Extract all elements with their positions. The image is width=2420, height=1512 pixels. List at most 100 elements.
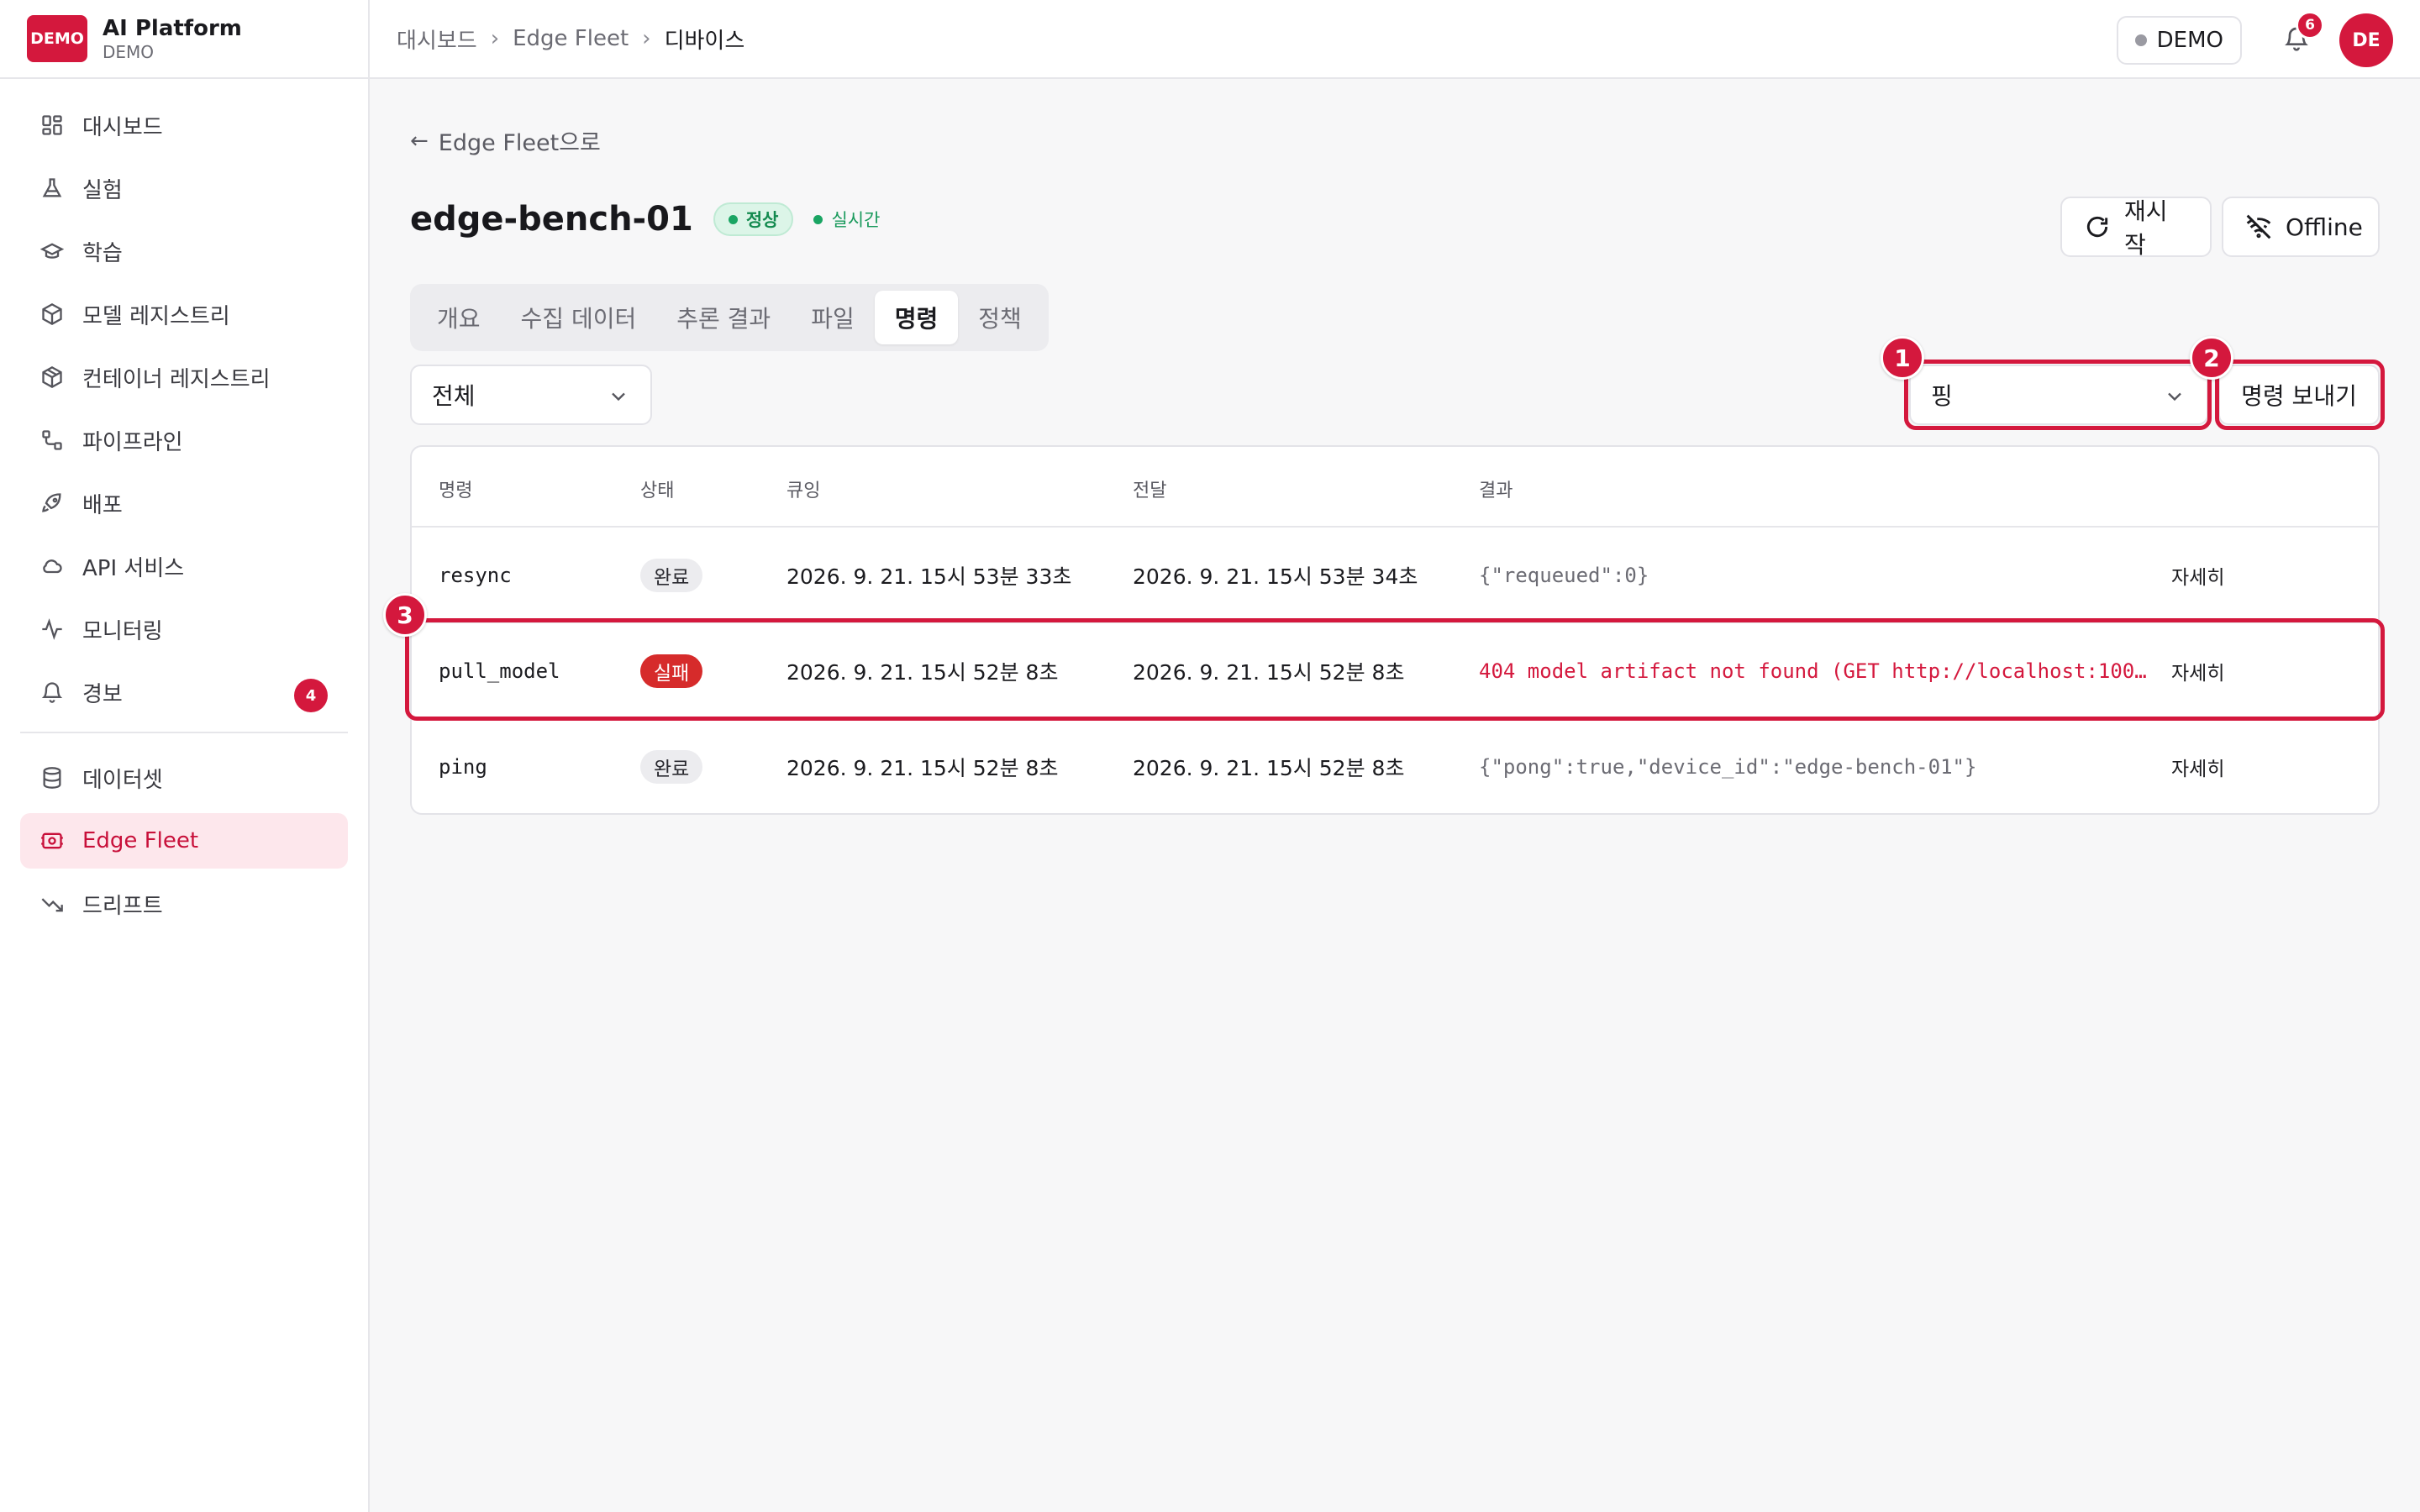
status-badge: 완료 (640, 750, 703, 784)
command-result: {"pong":true,"device_id":"edge-bench-01"… (1479, 755, 1977, 779)
offline-button[interactable]: Offline (2222, 197, 2380, 257)
queued-time: 2026. 9. 21. 15시 52분 8초 (786, 756, 1059, 780)
sidebar: DEMO AI Platform DEMO 대시보드 실험 학습 모델 레지스트… (0, 0, 370, 1512)
rocket-icon (39, 490, 66, 517)
restart-label: 재시작 (2124, 197, 2168, 259)
refresh-icon (2084, 213, 2111, 240)
send-command-button[interactable]: 명령 보내기 (2218, 365, 2380, 425)
breadcrumb-edge-fleet[interactable]: Edge Fleet (513, 26, 629, 51)
table-row[interactable]: resync 완료 2026. 9. 21. 15시 53분 33초 2026.… (412, 528, 2378, 623)
brand-logo: DEMO (27, 15, 87, 62)
status-filter-value: 전체 (432, 382, 476, 410)
brand-sub: DEMO (103, 42, 155, 62)
sidebar-item-deploy[interactable]: 배포 (20, 475, 348, 531)
live-dot (813, 214, 823, 224)
queued-time: 2026. 9. 21. 15시 52분 8초 (786, 660, 1059, 685)
notifications-button[interactable]: 6 (2272, 11, 2324, 65)
edge-device-icon (39, 827, 66, 854)
chevron-down-icon (2163, 385, 2186, 414)
brand-name: AI Platform (103, 16, 242, 41)
restart-button[interactable]: 재시작 (2060, 197, 2212, 259)
flask-icon (39, 175, 66, 202)
page-title: edge-bench-01 (410, 200, 693, 239)
dashboard-icon (39, 112, 66, 139)
command-name: ping (439, 755, 487, 779)
back-to-edge-fleet-link[interactable]: ← Edge Fleet으로 (410, 124, 601, 157)
delivered-time: 2026. 9. 21. 15시 52분 8초 (1133, 660, 1405, 685)
command-name: resync (439, 564, 512, 587)
status-badge: 정상 (713, 202, 794, 236)
cube-icon (39, 301, 66, 328)
tab-inference-results[interactable]: 추론 결과 (656, 291, 791, 344)
commands-table: 명령 상태 큐잉 전달 결과 resync 완료 2026. 9. 21. 15… (410, 445, 2380, 815)
queued-time: 2026. 9. 21. 15시 53분 33초 (786, 564, 1072, 589)
command-result: 404 model artifact not found (GET http:/… (1479, 659, 2147, 683)
table-row[interactable]: pull_model 실패 2026. 9. 21. 15시 52분 8초 20… (412, 623, 2378, 719)
sidebar-item-label: 모델 레지스트리 (82, 303, 230, 329)
bell-icon (39, 679, 66, 706)
sidebar-item-label: API 서비스 (82, 555, 185, 581)
sidebar-item-label: Edge Fleet (82, 828, 199, 853)
table-row[interactable]: ping 완료 2026. 9. 21. 15시 52분 8초 2026. 9.… (412, 719, 2378, 813)
sidebar-item-edge-fleet[interactable]: Edge Fleet (20, 813, 348, 869)
details-link[interactable]: 자세히 (2171, 528, 2224, 623)
command-result: {"requeued":0} (1479, 564, 1649, 587)
annotation-marker-2: 2 (2190, 336, 2233, 380)
tab-commands[interactable]: 명령 (874, 291, 959, 344)
sidebar-divider (20, 732, 348, 733)
environment-selector[interactable]: DEMO (2116, 16, 2242, 65)
device-tabs: 개요 수집 데이터 추론 결과 파일 명령 정책 (410, 284, 1049, 351)
status-badge: 완료 (640, 559, 703, 592)
command-type-select[interactable]: 핑 (1909, 365, 2208, 425)
environment-label: DEMO (2156, 28, 2223, 53)
sidebar-item-experiments[interactable]: 실험 (20, 160, 348, 216)
live-label: 실시간 (831, 210, 881, 230)
details-link[interactable]: 자세히 (2171, 623, 2224, 719)
sidebar-item-drift[interactable]: 드리프트 (20, 876, 348, 932)
details-link[interactable]: 자세히 (2171, 719, 2224, 813)
sidebar-item-label: 대시보드 (82, 114, 163, 140)
tab-overview[interactable]: 개요 (417, 291, 501, 344)
sidebar-item-api-service[interactable]: API 서비스 (20, 538, 348, 594)
sidebar-item-alerts[interactable]: 경보 4 (20, 664, 348, 720)
topbar: 대시보드 › Edge Fleet › 디바이스 DEMO 6 DE (370, 0, 2420, 79)
sidebar-item-dashboard[interactable]: 대시보드 (20, 97, 348, 153)
cloud-icon (39, 553, 66, 580)
graduation-cap-icon (39, 238, 66, 265)
trending-down-icon (39, 890, 66, 917)
tab-files[interactable]: 파일 (791, 291, 875, 344)
tab-policy[interactable]: 정책 (958, 291, 1042, 344)
main-content: ← Edge Fleet으로 edge-bench-01 정상 실시간 재시작 … (370, 81, 2420, 1512)
sidebar-item-label: 모니터링 (82, 618, 163, 644)
sidebar-item-model-registry[interactable]: 모델 레지스트리 (20, 286, 348, 342)
sidebar-item-label: 컨테이너 레지스트리 (82, 366, 271, 392)
status-label: 정상 (745, 210, 779, 230)
chevron-right-icon: › (490, 26, 500, 51)
tab-collected-data[interactable]: 수집 데이터 (501, 291, 657, 344)
sidebar-item-label: 배포 (82, 492, 123, 518)
sidebar-item-training[interactable]: 학습 (20, 223, 348, 279)
offline-label: Offline (2286, 213, 2363, 241)
column-header-result: 결과 (1479, 480, 1513, 501)
command-type-value: 핑 (1931, 382, 1953, 410)
sidebar-item-datasets[interactable]: 데이터셋 (20, 750, 348, 806)
sidebar-item-monitoring[interactable]: 모니터링 (20, 601, 348, 657)
activity-icon (39, 616, 66, 643)
live-indicator: 실시간 (813, 207, 880, 232)
table-header: 명령 상태 큐잉 전달 결과 (412, 447, 2378, 528)
pipeline-icon (39, 427, 66, 454)
chevron-right-icon: › (642, 26, 651, 51)
breadcrumb-dashboard[interactable]: 대시보드 (397, 24, 477, 55)
arrow-left-icon: ← (410, 128, 429, 154)
command-name: pull_model (439, 659, 560, 683)
delivered-time: 2026. 9. 21. 15시 53분 34초 (1133, 564, 1418, 589)
sidebar-item-container-registry[interactable]: 컨테이너 레지스트리 (20, 349, 348, 405)
column-header-queued: 큐잉 (786, 480, 821, 501)
status-badge: 실패 (640, 654, 703, 688)
status-filter-select[interactable]: 전체 (410, 365, 652, 425)
sidebar-item-pipeline[interactable]: 파이프라인 (20, 412, 348, 468)
sidebar-item-label: 실험 (82, 177, 123, 203)
sidebar-item-label: 학습 (82, 240, 123, 266)
user-avatar[interactable]: DE (2339, 13, 2393, 67)
brand[interactable]: DEMO AI Platform DEMO (0, 0, 368, 79)
